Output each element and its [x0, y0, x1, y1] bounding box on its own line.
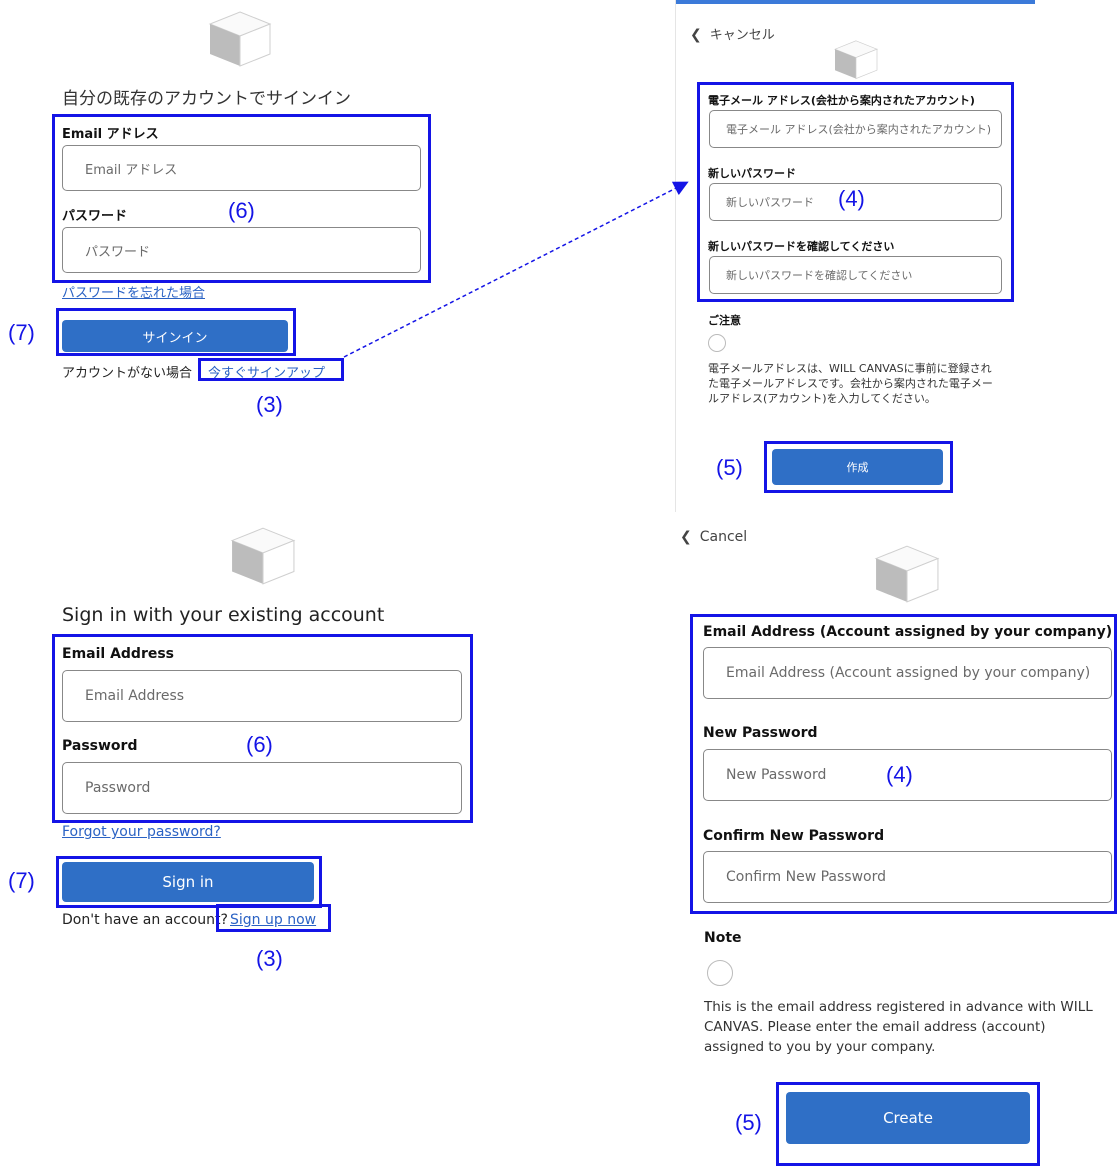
cancel-label: キャンセル: [709, 28, 775, 43]
annotation-7: (7): [8, 320, 35, 345]
cube-logo-icon: [834, 40, 878, 80]
flow-arrow: [343, 181, 689, 358]
cube-logo-icon: [874, 545, 940, 603]
note-radio[interactable]: [707, 960, 733, 986]
note-radio[interactable]: [708, 334, 726, 352]
cancel-link[interactable]: ❮ Cancel: [680, 529, 747, 545]
cube-logo-icon: [230, 527, 296, 585]
note-text: 電子メールアドレスは、WILL CANVASに事前に登録された電子メールアドレス…: [708, 362, 993, 405]
cancel-label: Cancel: [699, 529, 748, 545]
annotation-3: (3): [256, 946, 283, 971]
annotation-6: (6): [246, 732, 273, 757]
top-accent-bar: [675, 0, 1035, 4]
chevron-left-icon: ❮: [680, 529, 692, 545]
highlight-box-credentials: [52, 634, 473, 823]
annotation-3: (3): [256, 392, 283, 417]
highlight-box-signup: [216, 904, 331, 932]
page-title: Sign in with your existing account: [62, 604, 385, 626]
annotation-4: (4): [886, 762, 913, 787]
page-title: 自分の既存のアカウントでサインイン: [62, 89, 351, 109]
note-label: Note: [704, 930, 742, 946]
highlight-box-signin: [56, 308, 296, 356]
cube-logo-icon: [208, 11, 272, 67]
cancel-link[interactable]: ❮ キャンセル: [690, 24, 775, 43]
no-account-text: アカウントがない場合: [62, 366, 193, 381]
highlight-box-create: [764, 441, 953, 493]
note-label: ご注意: [708, 314, 741, 327]
note-text: This is the email address registered in …: [704, 999, 1093, 1055]
annotation-5: (5): [735, 1110, 762, 1135]
chevron-left-icon: ❮: [690, 27, 702, 43]
highlight-box-create: [776, 1082, 1040, 1166]
highlight-box-signin: [56, 856, 322, 908]
annotation-5: (5): [716, 455, 743, 480]
annotation-6: (6): [228, 198, 255, 223]
forgot-password-link[interactable]: Forgot your password?: [62, 824, 221, 840]
forgot-password-link[interactable]: パスワードを忘れた場合: [62, 282, 205, 301]
highlight-box-signup: [198, 358, 344, 381]
annotation-4: (4): [838, 186, 865, 211]
no-account-text: Don't have an account?: [62, 912, 228, 928]
annotation-7: (7): [8, 868, 35, 893]
